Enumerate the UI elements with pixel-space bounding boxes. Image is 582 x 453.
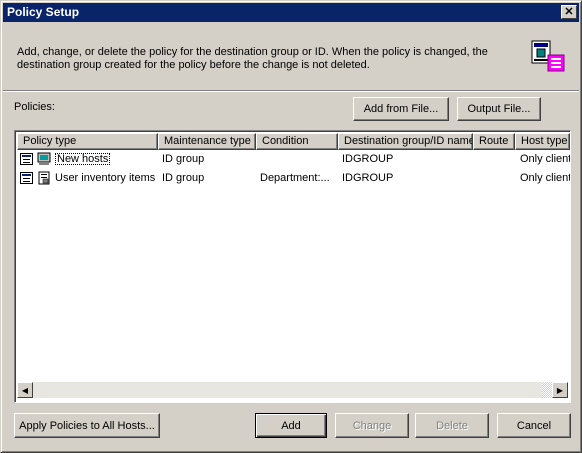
window-title: Policy Setup	[7, 5, 80, 19]
add-button[interactable]: Add	[255, 413, 327, 438]
computer-icon	[37, 152, 51, 165]
policy-type-cell: New hosts	[55, 150, 111, 169]
delete-label: Delete	[436, 419, 468, 432]
column-route[interactable]: Route	[473, 133, 515, 150]
scroll-left-button[interactable]: ◀	[17, 382, 33, 398]
policy-setup-dialog: Policy Setup ✕ Add, change, or delete th…	[0, 0, 582, 453]
close-button[interactable]: ✕	[561, 5, 577, 19]
table-row[interactable]: New hosts ID group IDGROUP Only client	[17, 150, 570, 169]
change-label: Change	[352, 419, 392, 432]
maintenance-type-cell: ID group	[162, 172, 205, 184]
condition-cell: Department:...	[260, 172, 330, 184]
scroll-track-area[interactable]	[542, 382, 552, 398]
inventory-icon	[38, 171, 50, 185]
description-area: Add, change, or delete the policy for th…	[3, 22, 579, 91]
close-icon: ✕	[564, 5, 574, 18]
apply-policies-label: Apply Policies to All Hosts...	[19, 419, 155, 432]
cancel-label: Cancel	[516, 419, 552, 432]
output-file-button[interactable]: Output File...	[457, 97, 541, 121]
arrow-right-icon: ▶	[556, 385, 564, 395]
column-condition[interactable]: Condition	[256, 133, 338, 150]
change-button[interactable]: Change	[335, 413, 409, 438]
host-type-cell: Only client	[520, 172, 570, 184]
description-text: Add, change, or delete the policy for th…	[17, 46, 488, 71]
scroll-right-button[interactable]: ▶	[552, 382, 568, 398]
apply-policies-all-hosts-button[interactable]: Apply Policies to All Hosts...	[14, 413, 160, 438]
title-bar: Policy Setup ✕	[3, 3, 579, 22]
add-from-file-label: Add from File...	[363, 103, 439, 115]
arrow-left-icon: ◀	[21, 385, 29, 395]
list-icon	[20, 172, 33, 184]
policy-type-cell: User inventory items	[55, 172, 156, 184]
policies-list[interactable]: Policy type Maintenance type Condition D…	[14, 130, 571, 403]
separator	[3, 90, 579, 92]
cancel-button[interactable]: Cancel	[497, 413, 571, 438]
policy-setup-icon	[531, 40, 565, 72]
column-policy-type[interactable]: Policy type	[17, 133, 158, 150]
policy-type-text: New hosts	[55, 153, 111, 165]
table-row[interactable]: User inventory items ID group Department…	[17, 169, 570, 188]
add-label: Add	[281, 419, 301, 432]
policies-label: Policies:	[14, 101, 55, 113]
column-host-type[interactable]: Host type	[515, 133, 570, 150]
list-header: Policy type Maintenance type Condition D…	[17, 133, 570, 150]
destination-cell: IDGROUP	[342, 172, 394, 184]
output-file-label: Output File...	[467, 103, 531, 115]
horizontal-scrollbar[interactable]: ◀ ▶	[17, 382, 568, 398]
column-maintenance-type[interactable]: Maintenance type	[158, 133, 256, 150]
list-icon	[20, 153, 33, 165]
column-destination[interactable]: Destination group/ID name	[338, 133, 473, 150]
delete-button[interactable]: Delete	[415, 413, 489, 438]
add-from-file-button[interactable]: Add from File...	[353, 97, 449, 121]
destination-cell: IDGROUP	[342, 153, 394, 165]
maintenance-type-cell: ID group	[162, 153, 205, 165]
host-type-cell: Only client	[520, 153, 570, 165]
